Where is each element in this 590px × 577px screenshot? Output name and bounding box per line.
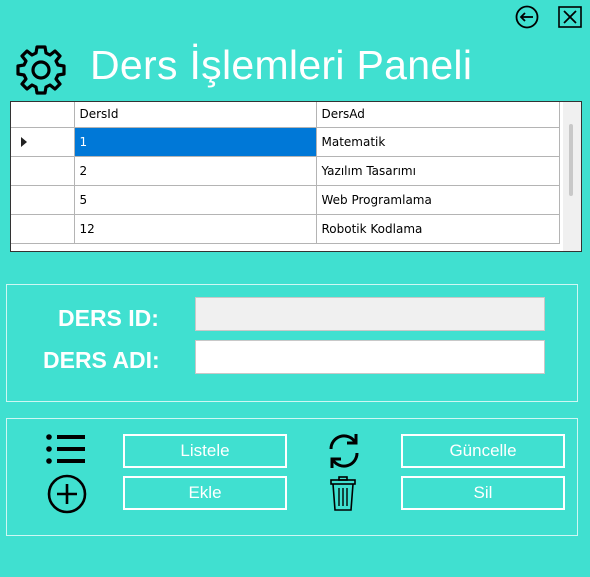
row-header[interactable] bbox=[11, 214, 75, 244]
cell-dersid[interactable]: 2 bbox=[74, 156, 317, 186]
grid-header-row: DersId DersAd bbox=[11, 102, 560, 128]
refresh-icon[interactable] bbox=[323, 431, 365, 471]
cell-dersid[interactable]: 1 bbox=[74, 127, 317, 157]
row-header-corner bbox=[11, 102, 75, 128]
current-row-arrow-icon bbox=[21, 136, 27, 147]
close-button[interactable] bbox=[556, 5, 584, 29]
ders-table: DersId DersAd 1 Matematik 2 Yazılım Tasa… bbox=[11, 102, 560, 244]
back-button[interactable] bbox=[510, 5, 544, 29]
ders-id-label: DERS ID: bbox=[58, 305, 159, 331]
vertical-scrollbar[interactable] bbox=[563, 102, 581, 251]
sil-button[interactable]: Sil bbox=[401, 476, 565, 510]
row-header[interactable] bbox=[11, 185, 75, 215]
cell-dersad[interactable]: Matematik bbox=[316, 127, 560, 157]
gear-icon bbox=[16, 45, 66, 95]
column-header-dersid[interactable]: DersId bbox=[74, 102, 317, 128]
guncelle-button[interactable]: Güncelle bbox=[401, 434, 565, 468]
back-arrow-icon bbox=[515, 5, 539, 29]
cell-dersad[interactable]: Yazılım Tasarımı bbox=[316, 156, 560, 186]
table-row[interactable]: 12 Robotik Kodlama bbox=[11, 214, 560, 244]
close-icon bbox=[558, 6, 582, 28]
ders-adi-field[interactable] bbox=[195, 340, 545, 374]
add-circle-icon[interactable] bbox=[46, 473, 88, 515]
table-row[interactable]: 2 Yazılım Tasarımı bbox=[11, 156, 560, 186]
row-header[interactable] bbox=[11, 156, 75, 186]
listele-button[interactable]: Listele bbox=[123, 434, 287, 468]
table-row[interactable]: 1 Matematik bbox=[11, 127, 560, 157]
page-title: Ders İşlemleri Paneli bbox=[90, 42, 473, 88]
ekle-button[interactable]: Ekle bbox=[123, 476, 287, 510]
ders-adi-label: DERS ADI: bbox=[43, 347, 160, 373]
cell-dersid[interactable]: 12 bbox=[74, 214, 317, 244]
table-row[interactable]: 5 Web Programlama bbox=[11, 185, 560, 215]
list-icon bbox=[46, 434, 85, 464]
row-header[interactable] bbox=[11, 127, 75, 157]
ders-grid[interactable]: DersId DersAd 1 Matematik 2 Yazılım Tasa… bbox=[10, 101, 582, 252]
ders-id-field[interactable] bbox=[195, 297, 545, 331]
scrollbar-thumb[interactable] bbox=[569, 124, 573, 196]
trash-icon[interactable] bbox=[328, 475, 358, 513]
column-header-dersad[interactable]: DersAd bbox=[316, 102, 560, 128]
cell-dersad[interactable]: Web Programlama bbox=[316, 185, 560, 215]
cell-dersid[interactable]: 5 bbox=[74, 185, 317, 215]
cell-dersad[interactable]: Robotik Kodlama bbox=[316, 214, 560, 244]
